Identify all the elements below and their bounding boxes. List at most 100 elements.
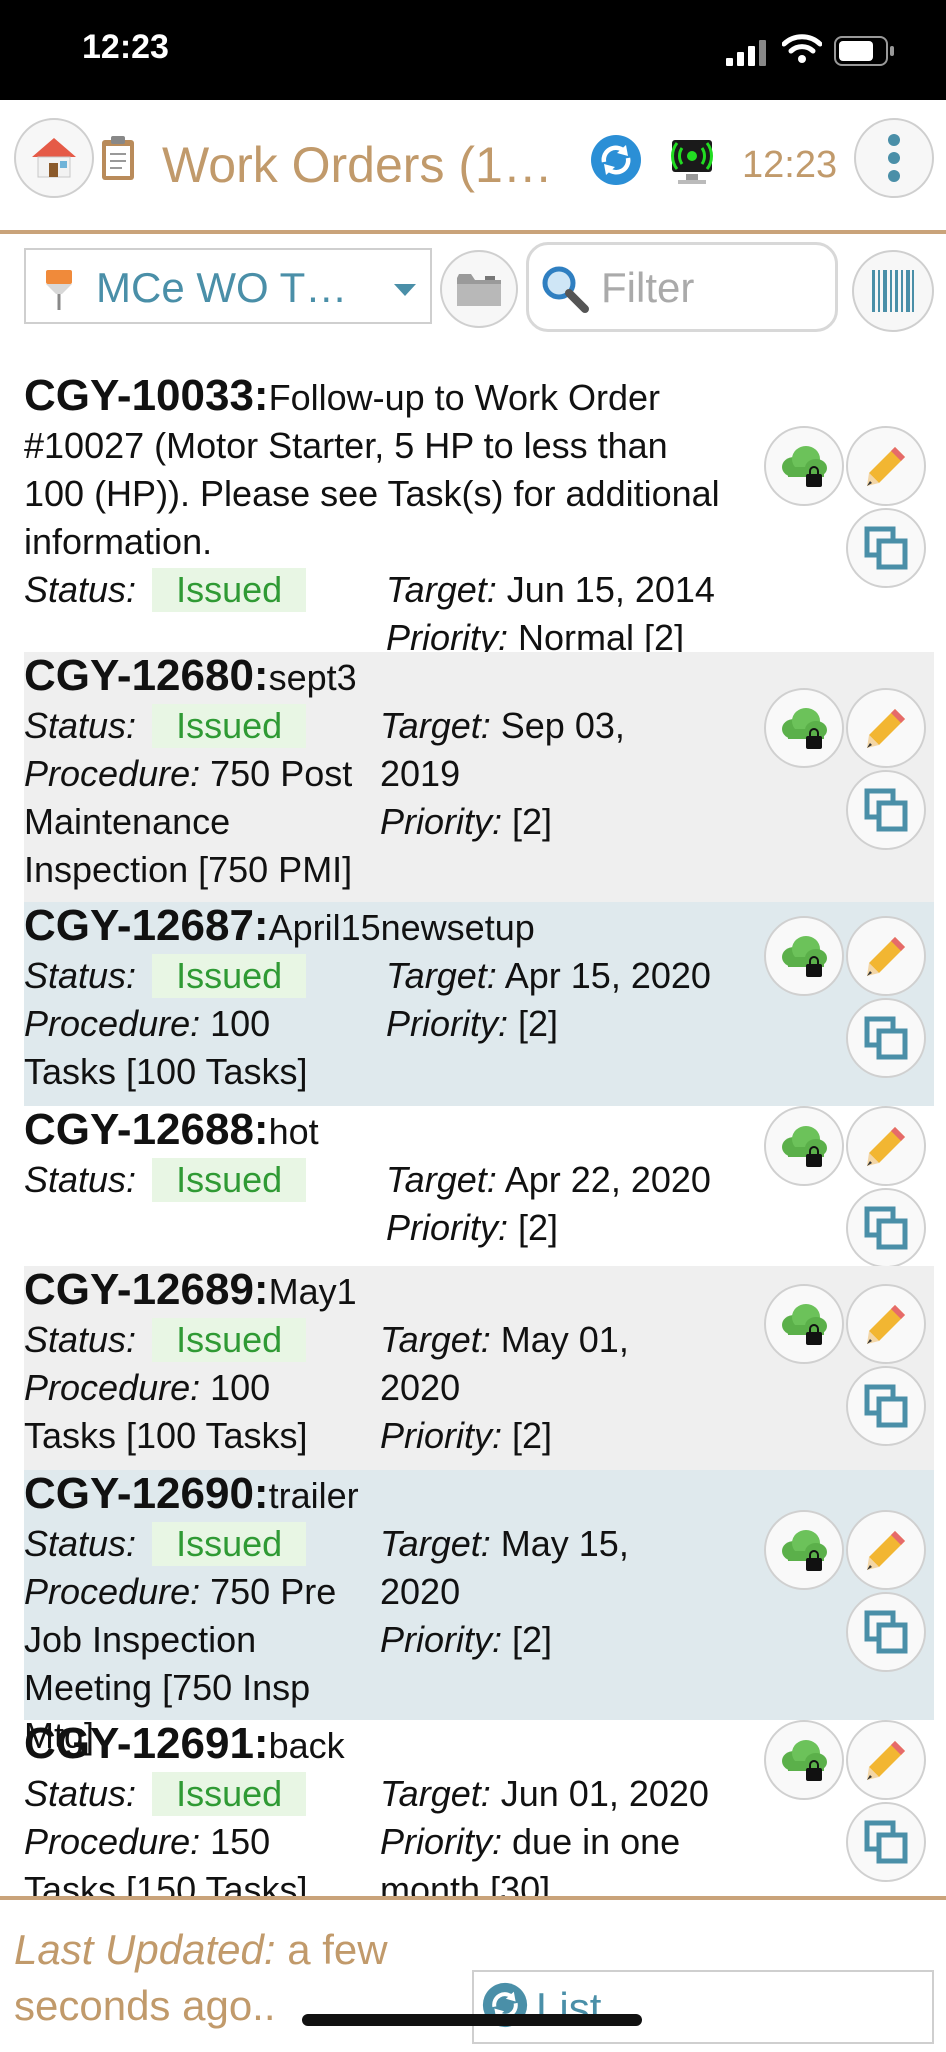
offline-lock-button[interactable] xyxy=(764,426,844,506)
copy-button[interactable] xyxy=(846,1592,926,1672)
sync-icon[interactable] xyxy=(590,134,642,186)
priority-label: Priority: xyxy=(380,801,503,842)
edit-button[interactable] xyxy=(846,1510,926,1590)
status-badge: Issued xyxy=(152,1772,307,1816)
status-label: Status: xyxy=(24,955,137,996)
cloud-lock-icon xyxy=(782,1304,827,1345)
work-order-id: CGY-12687: xyxy=(24,901,269,950)
priority-value: [2] xyxy=(518,1003,559,1044)
work-order-row[interactable]: CGY-12691:back Status: Issued Procedure:… xyxy=(0,1720,946,1896)
work-order-row[interactable]: CGY-12687:April15newsetup Status: Issued… xyxy=(0,902,946,1106)
target-label: Target: xyxy=(386,1159,497,1200)
priority-label: Priority: xyxy=(386,1003,509,1044)
edit-button[interactable] xyxy=(846,1106,926,1186)
edit-button[interactable] xyxy=(846,1284,926,1364)
procedure-label: Procedure: xyxy=(24,753,201,794)
work-order-description: trailer xyxy=(268,1475,359,1516)
copy-icon xyxy=(864,1016,908,1060)
list-refresh-button[interactable]: List xyxy=(472,1970,934,2044)
priority-label: Priority: xyxy=(386,1207,509,1248)
target-label: Target: xyxy=(380,1319,491,1360)
target-date: Apr 15, 2020 xyxy=(504,955,711,996)
offline-lock-button[interactable] xyxy=(764,916,844,996)
priority-value: [2] xyxy=(512,801,553,842)
barcode-scan-button[interactable] xyxy=(852,250,934,332)
work-order-type-select[interactable]: MCe WO T… xyxy=(24,248,432,324)
filter-field[interactable] xyxy=(526,242,838,332)
copy-icon xyxy=(864,1206,908,1250)
pencil-icon xyxy=(867,447,905,486)
status-label: Status: xyxy=(24,1319,137,1360)
work-order-row[interactable]: CGY-12680:sept3 Status: Issued Procedure… xyxy=(0,652,946,902)
row-actions xyxy=(764,1106,934,1268)
header-time: 12:23 xyxy=(742,144,838,186)
copy-icon xyxy=(864,1610,908,1654)
row-actions xyxy=(764,1720,934,1896)
offline-lock-button[interactable] xyxy=(764,1106,844,1186)
cloud-lock-icon xyxy=(782,936,827,977)
menu-dot-icon xyxy=(888,170,900,182)
work-order-row[interactable]: CGY-12690:trailer Status: Issued Procedu… xyxy=(0,1469,946,1756)
more-menu-button[interactable] xyxy=(854,118,934,198)
target-label: Target: xyxy=(386,955,497,996)
copy-button[interactable] xyxy=(846,1802,926,1882)
status-label: Status: xyxy=(24,1523,137,1564)
copy-button[interactable] xyxy=(846,508,926,588)
menu-dot-icon xyxy=(888,152,900,164)
work-order-id: CGY-12690: xyxy=(24,1469,269,1518)
target-label: Target: xyxy=(380,1523,491,1564)
status-label: Status: xyxy=(24,1773,137,1814)
search-icon xyxy=(542,266,589,313)
barcode-icon xyxy=(872,270,914,312)
work-order-description: sept3 xyxy=(268,657,357,698)
home-button[interactable] xyxy=(14,118,94,198)
work-order-row[interactable]: CGY-12689:May1 Status: Issued Procedure:… xyxy=(0,1266,946,1470)
offline-lock-button[interactable] xyxy=(764,1510,844,1590)
status-time: 12:23 xyxy=(82,28,169,66)
page-title: Work Orders (1… xyxy=(162,137,553,193)
chevron-down-icon xyxy=(394,284,416,296)
status-bar: 12:23 xyxy=(0,0,946,100)
menu-dot-icon xyxy=(888,134,900,146)
copy-button[interactable] xyxy=(846,1188,926,1268)
pencil-icon xyxy=(867,937,905,976)
target-date: Jun 01, 2020 xyxy=(500,1773,709,1814)
cloud-lock-icon xyxy=(782,708,827,749)
last-updated-label: Last Updated: xyxy=(14,1926,276,1973)
offline-lock-button[interactable] xyxy=(764,1284,844,1364)
edit-button[interactable] xyxy=(846,916,926,996)
procedure-label: Procedure: xyxy=(24,1571,201,1612)
work-order-row[interactable]: CGY-10033:Follow-up to Work Order #10027… xyxy=(0,372,946,658)
status-label: Status: xyxy=(24,1159,137,1200)
copy-button[interactable] xyxy=(846,770,926,850)
filter-input[interactable] xyxy=(599,259,823,317)
copy-button[interactable] xyxy=(846,998,926,1078)
work-order-type-label: MCe WO T… xyxy=(96,264,348,311)
row-actions xyxy=(764,902,934,1106)
folder-button[interactable] xyxy=(440,250,518,328)
pencil-icon xyxy=(867,1531,905,1570)
offline-lock-button[interactable] xyxy=(764,1720,844,1800)
work-order-id: CGY-10033: xyxy=(24,372,269,420)
edit-button[interactable] xyxy=(846,426,926,506)
wifi-icon xyxy=(782,34,822,63)
edit-button[interactable] xyxy=(846,1720,926,1800)
status-badge: Issued xyxy=(152,1318,307,1362)
copy-button[interactable] xyxy=(846,1366,926,1446)
work-order-description: hot xyxy=(268,1111,319,1152)
target-label: Target: xyxy=(386,569,497,610)
battery-icon xyxy=(834,36,894,66)
offline-lock-button[interactable] xyxy=(764,688,844,768)
home-indicator[interactable] xyxy=(302,2014,642,2026)
procedure-label: Procedure: xyxy=(24,1367,201,1408)
copy-icon xyxy=(864,1384,908,1428)
cloud-lock-icon xyxy=(782,446,827,487)
priority-value: [2] xyxy=(512,1415,553,1456)
cellular-signal-icon xyxy=(726,40,766,66)
work-order-id: CGY-12691: xyxy=(24,1719,269,1768)
pencil-icon xyxy=(867,1305,905,1344)
pencil-icon xyxy=(867,1741,905,1780)
status-label: Status: xyxy=(24,569,137,610)
edit-button[interactable] xyxy=(846,688,926,768)
work-order-row[interactable]: CGY-12688:hot Status: Issued Target: Apr… xyxy=(0,1106,946,1268)
